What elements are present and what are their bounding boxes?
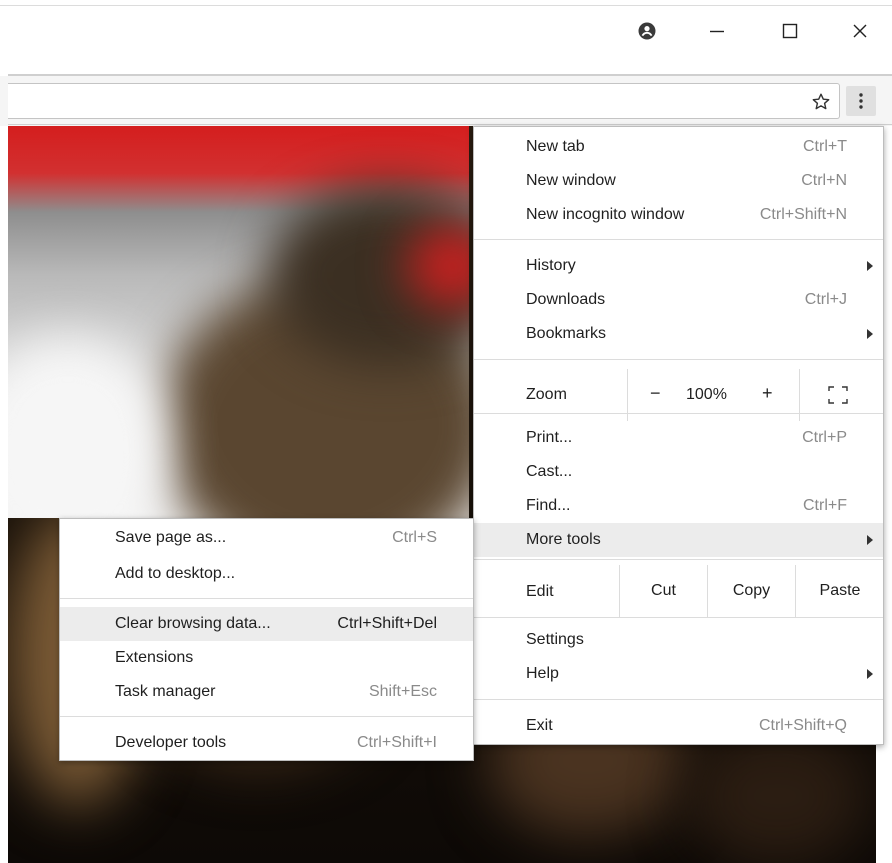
menu-item-label: Exit bbox=[526, 717, 553, 734]
menu-item-label: New incognito window bbox=[526, 206, 685, 223]
menu-item-downloads[interactable]: Downloads Ctrl+J bbox=[474, 283, 883, 317]
menu-item-label: Clear browsing data... bbox=[115, 615, 271, 632]
copy-button[interactable]: Copy bbox=[708, 565, 795, 617]
menu-item-shortcut: Ctrl+J bbox=[804, 291, 847, 308]
blur-blob bbox=[688, 726, 868, 863]
menu-item-label: Help bbox=[526, 665, 559, 682]
submenu-arrow-icon bbox=[867, 669, 873, 679]
menu-item-label: Bookmarks bbox=[526, 325, 607, 342]
submenu-item-task-manager[interactable]: Task manager Shift+Esc bbox=[60, 675, 473, 709]
menu-divider bbox=[474, 359, 883, 360]
menu-item-label: Extensions bbox=[115, 649, 194, 666]
menu-item-label: Save page as... bbox=[115, 529, 227, 546]
cut-button[interactable]: Cut bbox=[620, 565, 707, 617]
menu-item-print[interactable]: Print... Ctrl+P bbox=[474, 421, 883, 455]
submenu-arrow-icon bbox=[867, 329, 873, 339]
menu-item-help[interactable]: Help bbox=[474, 657, 883, 691]
more-tools-submenu: Save page as... Ctrl+S Add to desktop...… bbox=[59, 518, 474, 761]
menu-item-shortcut: Ctrl+F bbox=[803, 497, 847, 514]
menu-item-label: Cast... bbox=[526, 463, 573, 480]
menu-item-label: Print... bbox=[526, 429, 573, 446]
page-photo-region bbox=[8, 126, 469, 518]
menu-item-exit[interactable]: Exit Ctrl+Shift+Q bbox=[474, 709, 883, 743]
star-icon[interactable] bbox=[809, 90, 833, 114]
toolbar-border bbox=[8, 124, 892, 125]
menu-item-shortcut: Ctrl+T bbox=[803, 138, 847, 155]
menu-item-label: New tab bbox=[526, 138, 585, 155]
menu-item-label: More tools bbox=[526, 531, 601, 548]
menu-item-bookmarks[interactable]: Bookmarks bbox=[474, 317, 883, 351]
zoom-out-button[interactable]: − bbox=[650, 383, 661, 404]
menu-item-shortcut: Ctrl+Shift+Q bbox=[758, 717, 847, 734]
submenu-item-extensions[interactable]: Extensions bbox=[60, 641, 473, 675]
menu-item-history[interactable]: History bbox=[474, 249, 883, 283]
menu-item-shortcut: Ctrl+P bbox=[802, 429, 847, 446]
menu-item-new-window[interactable]: New window Ctrl+N bbox=[474, 164, 883, 198]
menu-item-label: History bbox=[526, 257, 576, 274]
menu-item-more-tools[interactable]: More tools bbox=[474, 523, 883, 557]
submenu-arrow-icon bbox=[867, 535, 873, 545]
menu-item-cast[interactable]: Cast... bbox=[474, 455, 883, 489]
menu-divider bbox=[474, 559, 883, 560]
menu-item-label: Find... bbox=[526, 497, 571, 514]
blur-blob bbox=[8, 336, 168, 518]
menu-item-shortcut: Ctrl+S bbox=[392, 529, 437, 546]
submenu-arrow-icon bbox=[867, 261, 873, 271]
menu-item-label: Developer tools bbox=[115, 734, 227, 751]
menu-item-find[interactable]: Find... Ctrl+F bbox=[474, 489, 883, 523]
menu-divider bbox=[60, 598, 473, 599]
minimize-icon[interactable] bbox=[700, 14, 734, 48]
zoom-level: 100% bbox=[686, 386, 727, 403]
close-icon[interactable] bbox=[843, 14, 877, 48]
menu-item-label: New window bbox=[526, 172, 616, 189]
menu-item-label: Task manager bbox=[115, 683, 216, 700]
menu-item-shortcut: Ctrl+Shift+I bbox=[356, 734, 437, 751]
title-bar bbox=[0, 0, 892, 74]
menu-divider bbox=[60, 716, 473, 717]
menu-item-label: Settings bbox=[526, 631, 584, 648]
submenu-item-add-to-desktop[interactable]: Add to desktop... bbox=[60, 557, 473, 591]
menu-item-shortcut: Ctrl+Shift+Del bbox=[337, 615, 437, 632]
menu-item-settings[interactable]: Settings bbox=[474, 623, 883, 657]
menu-item-shortcut: Ctrl+Shift+N bbox=[759, 206, 847, 223]
menu-divider bbox=[474, 699, 883, 700]
submenu-item-save-page-as[interactable]: Save page as... Ctrl+S bbox=[60, 521, 473, 555]
kebab-menu-icon[interactable] bbox=[846, 86, 876, 116]
menu-item-shortcut: Ctrl+N bbox=[801, 172, 847, 189]
edit-row: Edit Cut Copy Paste bbox=[474, 565, 883, 617]
edit-label: Edit bbox=[526, 583, 554, 600]
window-top-border bbox=[0, 5, 892, 6]
menu-divider bbox=[474, 617, 883, 618]
menu-item-shortcut: Shift+Esc bbox=[368, 683, 437, 700]
submenu-item-developer-tools[interactable]: Developer tools Ctrl+Shift+I bbox=[60, 726, 473, 760]
maximize-icon[interactable] bbox=[773, 14, 807, 48]
paste-button[interactable]: Paste bbox=[796, 565, 884, 617]
menu-item-label: Downloads bbox=[526, 291, 606, 308]
menu-divider bbox=[474, 239, 883, 240]
address-bar[interactable] bbox=[8, 83, 840, 119]
browser-toolbar bbox=[0, 76, 892, 126]
menu-item-new-tab[interactable]: New tab Ctrl+T bbox=[474, 130, 883, 164]
fullscreen-icon[interactable] bbox=[828, 386, 848, 404]
zoom-in-button[interactable]: + bbox=[762, 383, 773, 404]
menu-divider bbox=[474, 413, 883, 414]
submenu-item-clear-browsing-data[interactable]: Clear browsing data... Ctrl+Shift+Del bbox=[60, 607, 473, 641]
chrome-main-menu: New tab Ctrl+T New window Ctrl+N New inc… bbox=[473, 126, 884, 745]
zoom-label: Zoom bbox=[526, 386, 567, 403]
menu-item-label: Add to desktop... bbox=[115, 565, 236, 582]
account-icon[interactable] bbox=[630, 14, 664, 48]
menu-item-new-incognito-window[interactable]: New incognito window Ctrl+Shift+N bbox=[474, 198, 883, 232]
